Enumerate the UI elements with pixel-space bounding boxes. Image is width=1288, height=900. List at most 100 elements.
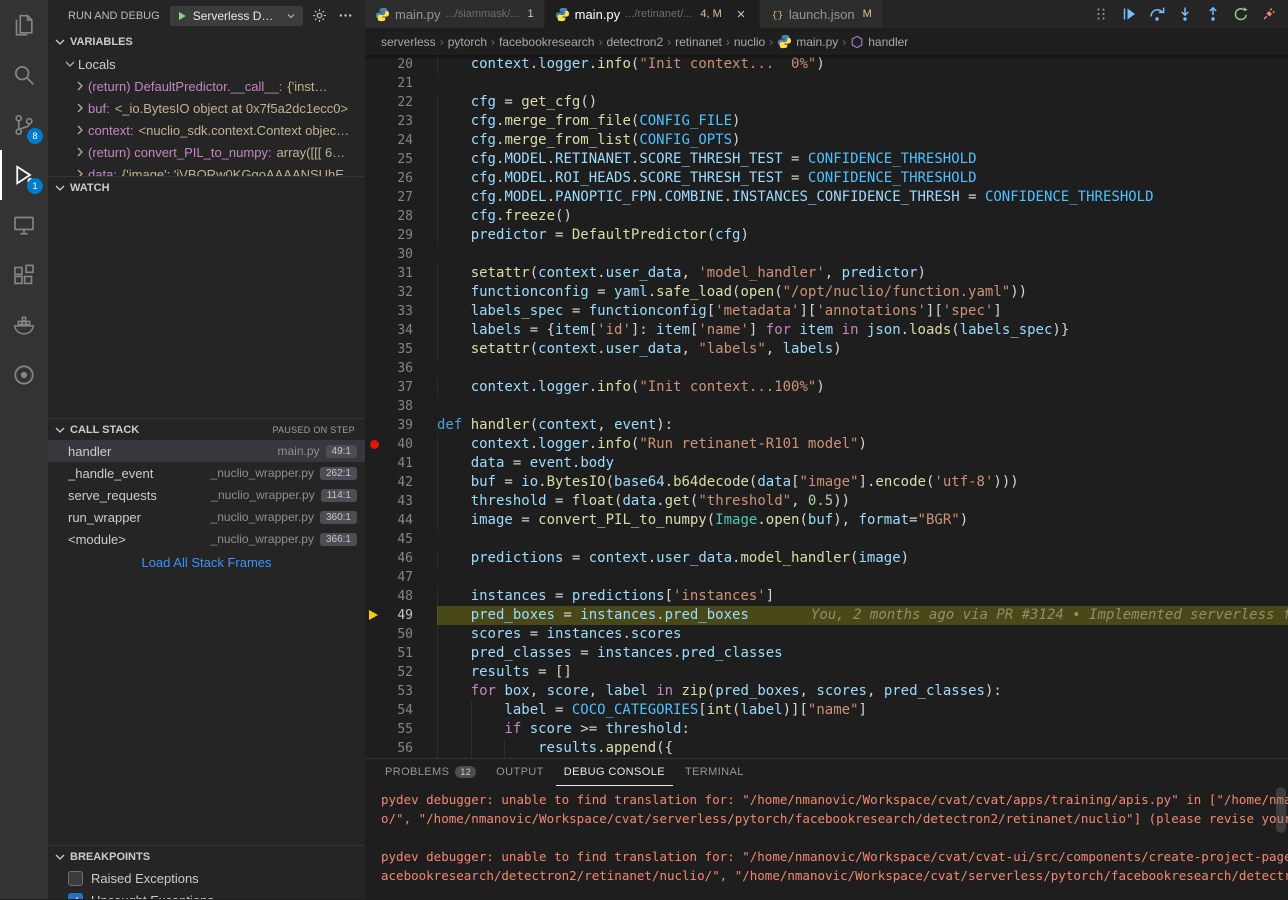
code-line[interactable]: 22cfg = get_cfg() bbox=[365, 93, 1288, 112]
code-line[interactable]: 31setattr(context.user_data, 'model_hand… bbox=[365, 264, 1288, 283]
code-line-content[interactable]: setattr(context.user_data, 'model_handle… bbox=[437, 264, 1288, 283]
gear-icon[interactable] bbox=[309, 6, 329, 26]
code-line[interactable]: 52results = [] bbox=[365, 663, 1288, 682]
code-line[interactable]: 30 bbox=[365, 245, 1288, 264]
close-icon[interactable] bbox=[733, 6, 749, 22]
code-line[interactable]: 24cfg.merge_from_list(CONFIG_OPTS) bbox=[365, 131, 1288, 150]
code-line-content[interactable] bbox=[437, 245, 1288, 264]
panel-tab-terminal[interactable]: TERMINAL bbox=[677, 759, 752, 786]
restart-button[interactable] bbox=[1230, 3, 1252, 25]
breakpoint-gutter[interactable] bbox=[365, 416, 383, 435]
activity-item-extension-other[interactable] bbox=[0, 350, 48, 400]
code-line-content[interactable] bbox=[437, 74, 1288, 93]
breakpoint-gutter[interactable] bbox=[365, 74, 383, 93]
code-line-content[interactable]: context.logger.info("Run retinanet-R101 … bbox=[437, 435, 1288, 454]
code-line-content[interactable]: labels = {item['id']: item['name'] for i… bbox=[437, 321, 1288, 340]
breakpoint-gutter[interactable] bbox=[365, 378, 383, 397]
breakpoint-gutter[interactable] bbox=[365, 587, 383, 606]
code-line[interactable]: 42buf = io.BytesIO(base64.b64decode(data… bbox=[365, 473, 1288, 492]
breakpoint-gutter[interactable] bbox=[365, 454, 383, 473]
variables-section-header[interactable]: VARIABLES bbox=[48, 31, 365, 53]
code-line-content[interactable]: pred_classes = instances.pred_classes bbox=[437, 644, 1288, 663]
code-line[interactable]: 35setattr(context.user_data, "labels", l… bbox=[365, 340, 1288, 359]
breakpoint-gutter[interactable] bbox=[365, 397, 383, 416]
breadcrumb-item-serverless[interactable]: serverless bbox=[381, 35, 436, 49]
breakpoint-gutter[interactable] bbox=[365, 530, 383, 549]
stack-frame-handler[interactable]: handlermain.py49:1 bbox=[48, 440, 365, 462]
breakpoint-gutter[interactable] bbox=[365, 321, 383, 340]
code-line[interactable]: 36 bbox=[365, 359, 1288, 378]
checkbox[interactable] bbox=[68, 871, 83, 886]
code-line[interactable]: 20context.logger.info("Init context... 0… bbox=[365, 55, 1288, 74]
breadcrumb-item-nuclio[interactable]: nuclio bbox=[734, 35, 765, 49]
code-line-content[interactable]: instances = predictions['instances'] bbox=[437, 587, 1288, 606]
code-line[interactable]: 55if score >= threshold: bbox=[365, 720, 1288, 739]
breakpoint-gutter[interactable] bbox=[365, 473, 383, 492]
code-line[interactable]: 49pred_boxes = instances.pred_boxesYou, … bbox=[365, 606, 1288, 625]
breadcrumb-item-detectron2[interactable]: detectron2 bbox=[606, 35, 663, 49]
variable-row[interactable]: context:<nuclio_sdk.context.Context obje… bbox=[48, 119, 365, 141]
variable-row[interactable]: (return) DefaultPredictor.__call__:{'ins… bbox=[48, 75, 365, 97]
breakpoint-gutter[interactable] bbox=[365, 131, 383, 150]
breakpoint-option-row[interactable]: Raised Exceptions bbox=[48, 867, 365, 889]
activity-item-extensions[interactable] bbox=[0, 250, 48, 300]
breadcrumb-item-main.py[interactable]: main.py bbox=[777, 34, 838, 49]
code-line-content[interactable]: pred_boxes = instances.pred_boxesYou, 2 … bbox=[437, 606, 1288, 625]
code-line-content[interactable]: data = event.body bbox=[437, 454, 1288, 473]
disconnect-button[interactable] bbox=[1258, 3, 1280, 25]
breakpoint-gutter[interactable] bbox=[365, 720, 383, 739]
code-line[interactable]: 37context.logger.info("Init context...10… bbox=[365, 378, 1288, 397]
breakpoint-gutter[interactable] bbox=[365, 245, 383, 264]
code-line-content[interactable] bbox=[437, 359, 1288, 378]
stack-frame-<module>[interactable]: <module>_nuclio_wrapper.py366:1 bbox=[48, 528, 365, 550]
activity-item-run-and-debug[interactable]: 1 bbox=[0, 150, 48, 200]
code-line-content[interactable]: scores = instances.scores bbox=[437, 625, 1288, 644]
breakpoint-gutter[interactable] bbox=[365, 625, 383, 644]
activity-item-explorer[interactable] bbox=[0, 0, 48, 50]
code-line[interactable]: 47 bbox=[365, 568, 1288, 587]
code-line[interactable]: 50scores = instances.scores bbox=[365, 625, 1288, 644]
code-line-content[interactable]: cfg.merge_from_file(CONFIG_FILE) bbox=[437, 112, 1288, 131]
code-line-content[interactable]: label = COCO_CATEGORIES[int(label)]["nam… bbox=[437, 701, 1288, 720]
breakpoint-gutter[interactable] bbox=[365, 207, 383, 226]
code-line[interactable]: 54label = COCO_CATEGORIES[int(label)]["n… bbox=[365, 701, 1288, 720]
code-line-content[interactable]: predictions = context.user_data.model_ha… bbox=[437, 549, 1288, 568]
code-line-content[interactable]: context.logger.info("Init context...100%… bbox=[437, 378, 1288, 397]
code-line[interactable]: 40context.logger.info("Run retinanet-R10… bbox=[365, 435, 1288, 454]
breakpoints-section-header[interactable]: BREAKPOINTS bbox=[48, 845, 365, 867]
code-line[interactable]: 25cfg.MODEL.RETINANET.SCORE_THRESH_TEST … bbox=[365, 150, 1288, 169]
code-line[interactable]: 39def handler(context, event): bbox=[365, 416, 1288, 435]
code-line[interactable]: 48instances = predictions['instances'] bbox=[365, 587, 1288, 606]
activity-item-remote-explorer[interactable] bbox=[0, 200, 48, 250]
variable-row[interactable]: buf:<_io.BytesIO object at 0x7f5a2dc1ecc… bbox=[48, 97, 365, 119]
callstack-section-header[interactable]: CALL STACK PAUSED ON STEP bbox=[48, 418, 365, 440]
code-line[interactable]: 23cfg.merge_from_file(CONFIG_FILE) bbox=[365, 112, 1288, 131]
code-line-content[interactable]: cfg.MODEL.PANOPTIC_FPN.COMBINE.INSTANCES… bbox=[437, 188, 1288, 207]
breakpoint-gutter[interactable] bbox=[365, 150, 383, 169]
code-line[interactable]: 32functionconfig = yaml.safe_load(open("… bbox=[365, 283, 1288, 302]
code-line-content[interactable]: cfg.merge_from_list(CONFIG_OPTS) bbox=[437, 131, 1288, 150]
step-over-button[interactable] bbox=[1146, 3, 1168, 25]
activity-item-docker[interactable] bbox=[0, 300, 48, 350]
step-out-button[interactable] bbox=[1202, 3, 1224, 25]
code-line-content[interactable] bbox=[437, 530, 1288, 549]
code-line-content[interactable]: buf = io.BytesIO(base64.b64decode(data["… bbox=[437, 473, 1288, 492]
code-line-content[interactable]: cfg.MODEL.RETINANET.SCORE_THRESH_TEST = … bbox=[437, 150, 1288, 169]
drag-grip-button[interactable] bbox=[1090, 3, 1112, 25]
code-line-content[interactable] bbox=[437, 568, 1288, 587]
code-line-content[interactable]: cfg.MODEL.ROI_HEADS.SCORE_THRESH_TEST = … bbox=[437, 169, 1288, 188]
panel-tab-debug-console[interactable]: DEBUG CONSOLE bbox=[556, 759, 673, 786]
code-line[interactable]: 38 bbox=[365, 397, 1288, 416]
activity-item-search[interactable] bbox=[0, 50, 48, 100]
stack-frame-run_wrapper[interactable]: run_wrapper_nuclio_wrapper.py360:1 bbox=[48, 506, 365, 528]
code-line[interactable]: 43threshold = float(data.get("threshold"… bbox=[365, 492, 1288, 511]
breakpoint-gutter[interactable] bbox=[365, 340, 383, 359]
watch-section-header[interactable]: WATCH bbox=[48, 176, 365, 198]
tab-main.py[interactable]: main.py.../siammask/...1 bbox=[365, 0, 545, 28]
code-line-content[interactable]: if score >= threshold: bbox=[437, 720, 1288, 739]
breakpoint-gutter[interactable] bbox=[365, 302, 383, 321]
tab-launch.json[interactable]: {}launch.jsonM bbox=[760, 0, 883, 28]
code-line-content[interactable]: predictor = DefaultPredictor(cfg) bbox=[437, 226, 1288, 245]
code-line-content[interactable]: def handler(context, event): bbox=[437, 416, 1288, 435]
breakpoint-option-row[interactable]: ✓Uncaught Exceptions bbox=[48, 889, 365, 899]
